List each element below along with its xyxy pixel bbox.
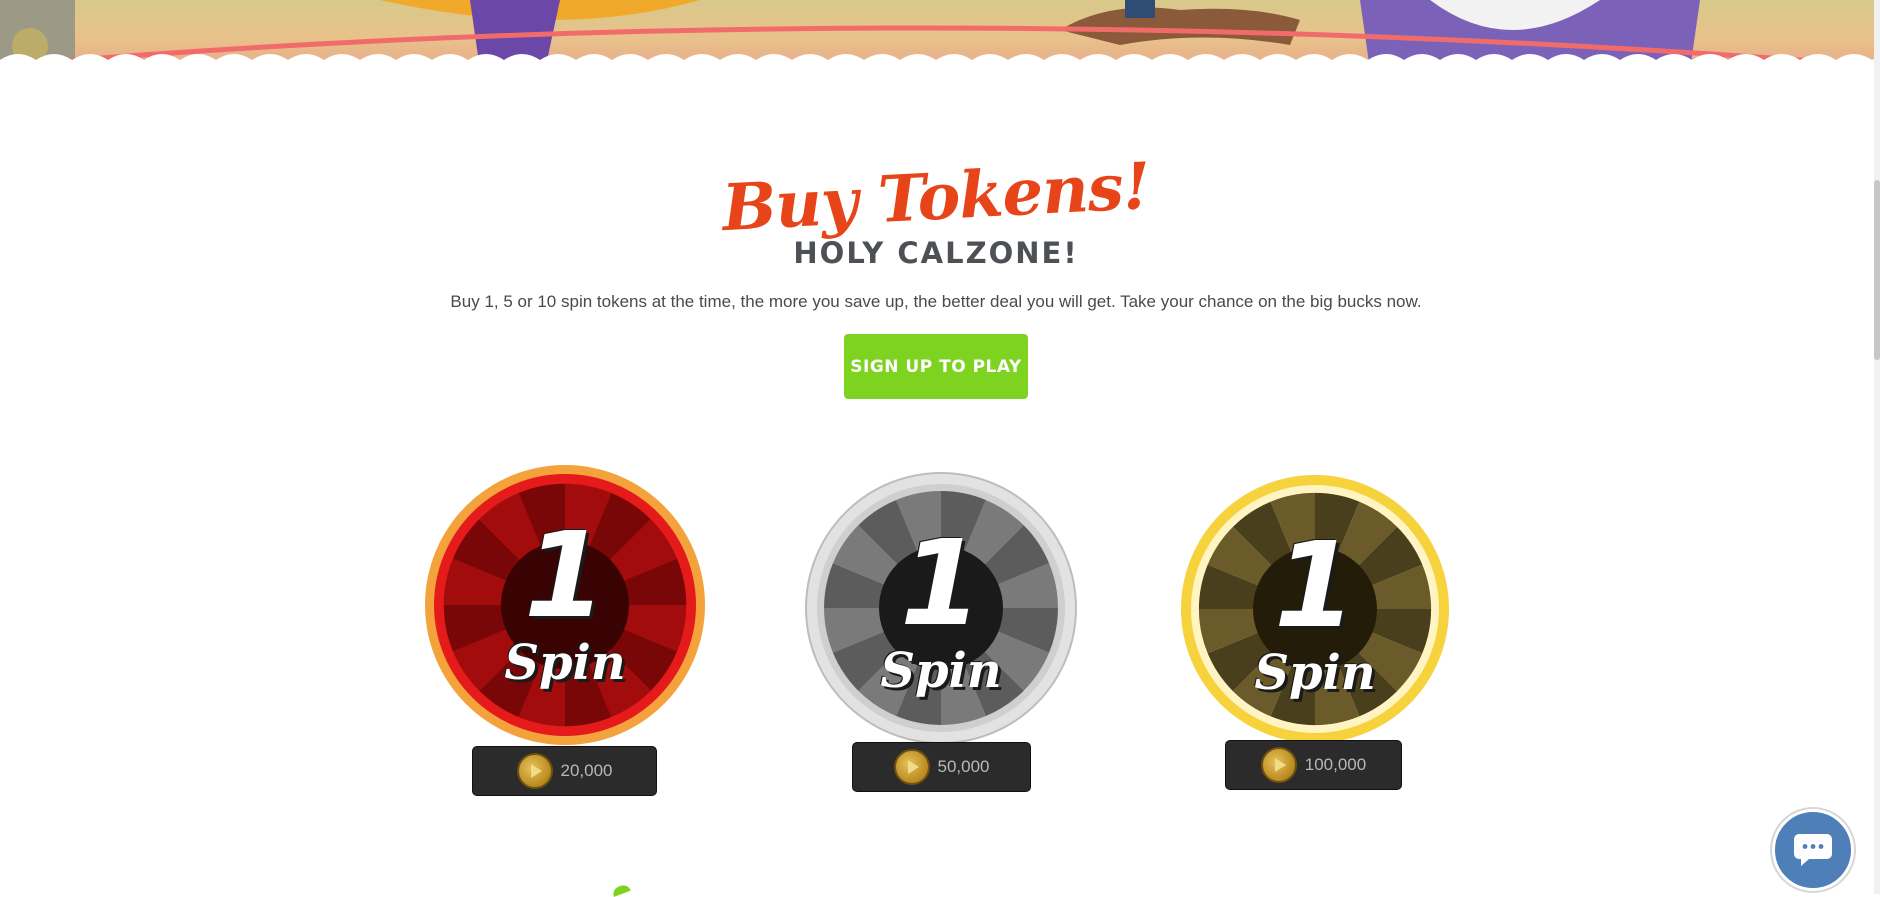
token-word: Spin bbox=[1254, 645, 1376, 701]
sign-up-to-play-button[interactable]: SIGN UP TO PLAY bbox=[844, 334, 1028, 399]
spin-token-gold[interactable]: 1 Spin bbox=[1180, 474, 1450, 744]
spin-token-red[interactable]: 1 Spin bbox=[424, 464, 706, 746]
price-value: 50,000 bbox=[937, 757, 990, 776]
hero-banner bbox=[0, 0, 1880, 70]
spin-token-silver[interactable]: 1 Spin bbox=[805, 472, 1077, 744]
token-count: 1 bbox=[523, 506, 607, 644]
pizza-coin-icon bbox=[1260, 747, 1297, 783]
price-value: 20,000 bbox=[560, 761, 613, 780]
decorative-leaf bbox=[611, 883, 631, 897]
scrollbar-thumb[interactable] bbox=[1874, 180, 1880, 360]
token-count: 1 bbox=[899, 514, 983, 652]
price-tag-red[interactable]: 20,000 bbox=[472, 746, 657, 796]
token-word: Spin bbox=[504, 635, 626, 691]
chat-bubble-icon bbox=[1794, 834, 1832, 866]
page-subtitle: HOLY CALZONE! bbox=[793, 236, 1079, 270]
pizza-coin-icon bbox=[516, 753, 553, 789]
token-count: 1 bbox=[1273, 516, 1357, 654]
token-word: Spin bbox=[880, 643, 1002, 699]
page-description: Buy 1, 5 or 10 spin tokens at the time, … bbox=[450, 292, 1422, 311]
scalloped-edge bbox=[0, 54, 1880, 70]
price-value: 100,000 bbox=[1304, 755, 1367, 774]
price-tag-silver[interactable]: 50,000 bbox=[852, 742, 1031, 792]
chat-button[interactable] bbox=[1772, 809, 1854, 891]
pizza-coin-icon bbox=[893, 749, 930, 785]
page-scrollbar[interactable] bbox=[1874, 0, 1880, 894]
price-tag-gold[interactable]: 100,000 bbox=[1225, 740, 1402, 790]
